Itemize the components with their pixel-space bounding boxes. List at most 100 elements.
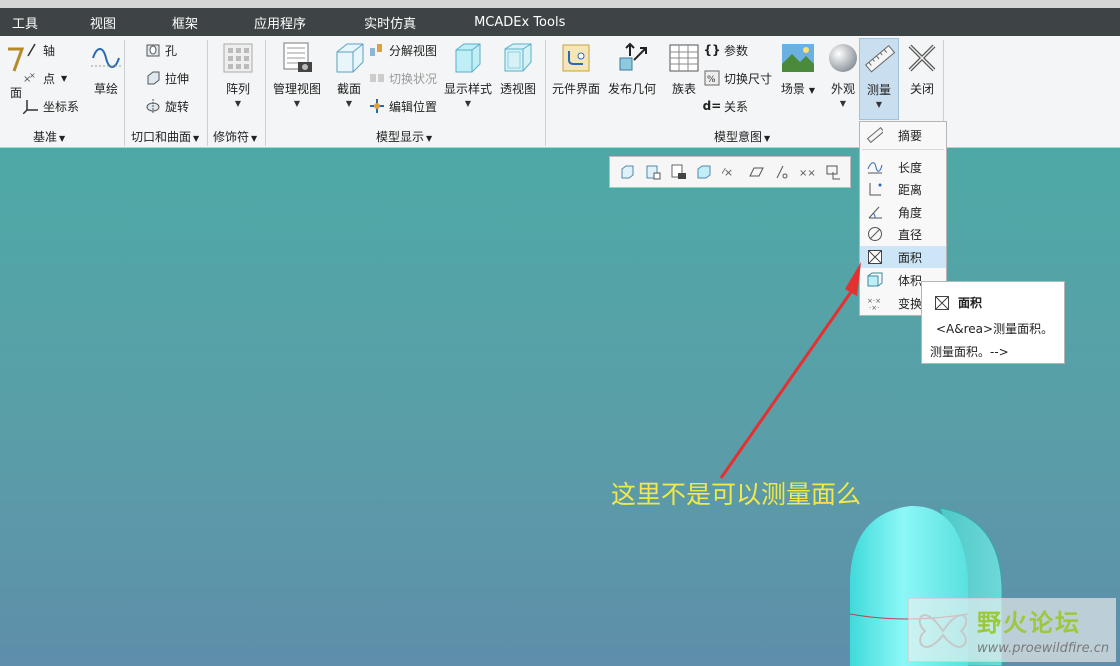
switch-dims-button[interactable]: % 切换尺寸	[703, 68, 772, 88]
measure-icon	[861, 41, 897, 77]
component-interface-icon	[558, 40, 594, 76]
appearance-dropdown-icon[interactable]: ▼	[840, 99, 846, 108]
tooltip-title-text: 面积	[958, 296, 983, 310]
measure-summary-label: 摘要	[898, 128, 923, 143]
scene-button[interactable]: 场景 ▼	[780, 40, 816, 97]
menu-bar: 工具 视图 框架 应用程序 实时仿真 MCADEx Tools	[0, 8, 1120, 36]
axis-display-icon[interactable]	[771, 162, 791, 182]
menu-realtime-simulation[interactable]: 实时仿真	[352, 13, 462, 32]
view-toolbar: ⁄× ××	[609, 156, 851, 188]
watermark-title: 野火论坛	[977, 609, 1081, 637]
svg-text:×: ×	[29, 71, 36, 80]
edit-position-button[interactable]: 编辑位置	[368, 96, 437, 116]
extrude-button[interactable]: 拉伸	[144, 68, 189, 88]
separator	[265, 40, 266, 146]
point-button[interactable]: × × 点 ▼	[22, 68, 67, 88]
point-display-icon[interactable]: ××	[797, 162, 817, 182]
close-icon	[904, 40, 940, 76]
menu-tools[interactable]: 工具	[0, 13, 78, 32]
menu-mcadex-tools[interactable]: MCADEx Tools	[462, 15, 589, 30]
scene-dropdown-icon[interactable]: ▼	[809, 86, 815, 95]
manage-views-dropdown-icon[interactable]: ▼	[294, 99, 300, 108]
relations-icon: d=	[702, 99, 722, 113]
distance-icon	[866, 180, 884, 198]
pattern-button[interactable]: 阵列 ▼	[220, 40, 256, 108]
area-icon	[866, 248, 884, 266]
angle-icon	[866, 203, 884, 221]
family-table-button[interactable]: 族表	[666, 40, 702, 97]
window-top-strip	[0, 0, 1120, 8]
publish-geometry-button[interactable]: 发布几何	[608, 40, 656, 97]
sketch-button[interactable]: 草绘	[88, 40, 124, 97]
manage-views-button[interactable]: 管理视图 ▼	[273, 40, 321, 108]
display-style-icon	[450, 40, 486, 76]
pattern-dropdown-icon[interactable]: ▼	[235, 99, 241, 108]
display-style-dropdown-icon[interactable]: ▼	[465, 99, 471, 108]
measure-distance-item[interactable]: 距离	[860, 178, 946, 200]
family-table-label: 族表	[671, 82, 696, 96]
extrude-label: 拉伸	[165, 71, 190, 86]
explode-view-label: 分解视图	[389, 43, 438, 58]
datum-display-icon[interactable]: ⁄×	[720, 162, 740, 182]
close-button[interactable]: 关闭	[904, 40, 940, 97]
measure-diameter-item[interactable]: 直径	[860, 223, 946, 245]
saved-views-icon[interactable]	[668, 162, 688, 182]
component-interface-button[interactable]: 元件界面	[552, 40, 600, 97]
relations-button[interactable]: d= 关系	[703, 96, 748, 116]
perspective-button[interactable]: 透视图	[500, 40, 536, 97]
refit-icon[interactable]	[617, 162, 637, 182]
measure-area-item[interactable]: 面积	[860, 246, 946, 268]
model-display-group-label[interactable]: 模型显示 ▼	[376, 128, 432, 145]
measure-transform-label: 变换	[898, 296, 923, 311]
pattern-label: 阵列	[225, 82, 250, 96]
tooltip-title: 面积	[934, 294, 982, 311]
csys-label: 坐标系	[43, 99, 80, 114]
measure-angle-label: 角度	[898, 205, 923, 220]
family-table-icon	[666, 40, 702, 76]
hole-icon	[144, 41, 162, 59]
display-style-button[interactable]: 显示样式 ▼	[444, 40, 492, 108]
section-icon	[331, 40, 367, 76]
csys-button[interactable]: 坐标系	[22, 96, 79, 116]
plane-display-icon[interactable]	[746, 162, 766, 182]
datum-group-label[interactable]: 基准 ▼	[33, 128, 65, 145]
measure-angle-item[interactable]: 角度	[860, 201, 946, 223]
revolve-icon	[144, 97, 162, 115]
close-label: 关闭	[909, 82, 934, 96]
switch-dims-label: 切换尺寸	[724, 71, 773, 86]
csys-display-icon[interactable]	[823, 162, 843, 182]
toggle-status-label: 切换状况	[389, 71, 438, 86]
parameters-button[interactable]: {} 参数	[703, 40, 748, 60]
editing-group-label[interactable]: 修饰符 ▼	[213, 128, 257, 145]
hole-button[interactable]: 孔	[144, 40, 177, 60]
toggle-status-button[interactable]: 切换状况	[368, 68, 437, 88]
section-dropdown-icon[interactable]: ▼	[346, 99, 352, 108]
csys-icon	[22, 97, 40, 115]
explode-view-button[interactable]: 分解视图	[368, 40, 437, 60]
graphics-viewport[interactable]	[0, 148, 1120, 666]
revolve-button[interactable]: 旋转	[144, 96, 189, 116]
display-style-toolbar-icon[interactable]	[694, 162, 714, 182]
butterfly-logo-icon	[918, 614, 968, 648]
appearance-button[interactable]: 外观 ▼	[825, 40, 861, 108]
section-button[interactable]: 截面 ▼	[331, 40, 367, 108]
parameters-label: 参数	[724, 43, 749, 58]
manage-views-icon	[279, 40, 315, 76]
menu-framework[interactable]: 框架	[160, 13, 242, 32]
ruler-icon	[866, 126, 884, 144]
measure-length-item[interactable]: 长度	[860, 156, 946, 178]
cuts-group-label[interactable]: 切口和曲面 ▼	[131, 128, 199, 145]
point-dropdown-icon[interactable]: ▼	[61, 74, 67, 83]
explode-view-icon	[368, 41, 386, 59]
zoom-icon[interactable]	[643, 162, 663, 182]
measure-summary-item[interactable]: 摘要	[860, 124, 946, 146]
measure-button[interactable]: 测量 ▼	[859, 38, 899, 120]
hole-label: 孔	[165, 43, 178, 58]
axis-button[interactable]: 轴	[22, 40, 55, 60]
menu-view[interactable]: 视图	[78, 13, 160, 32]
model-intent-group-label[interactable]: 模型意图 ▼	[714, 128, 770, 145]
watermark: 野火论坛 www.proewildfire.cn	[908, 598, 1116, 662]
measure-dropdown-icon[interactable]: ▼	[876, 100, 882, 109]
model-part[interactable]	[0, 148, 1120, 666]
menu-applications[interactable]: 应用程序	[242, 13, 352, 32]
